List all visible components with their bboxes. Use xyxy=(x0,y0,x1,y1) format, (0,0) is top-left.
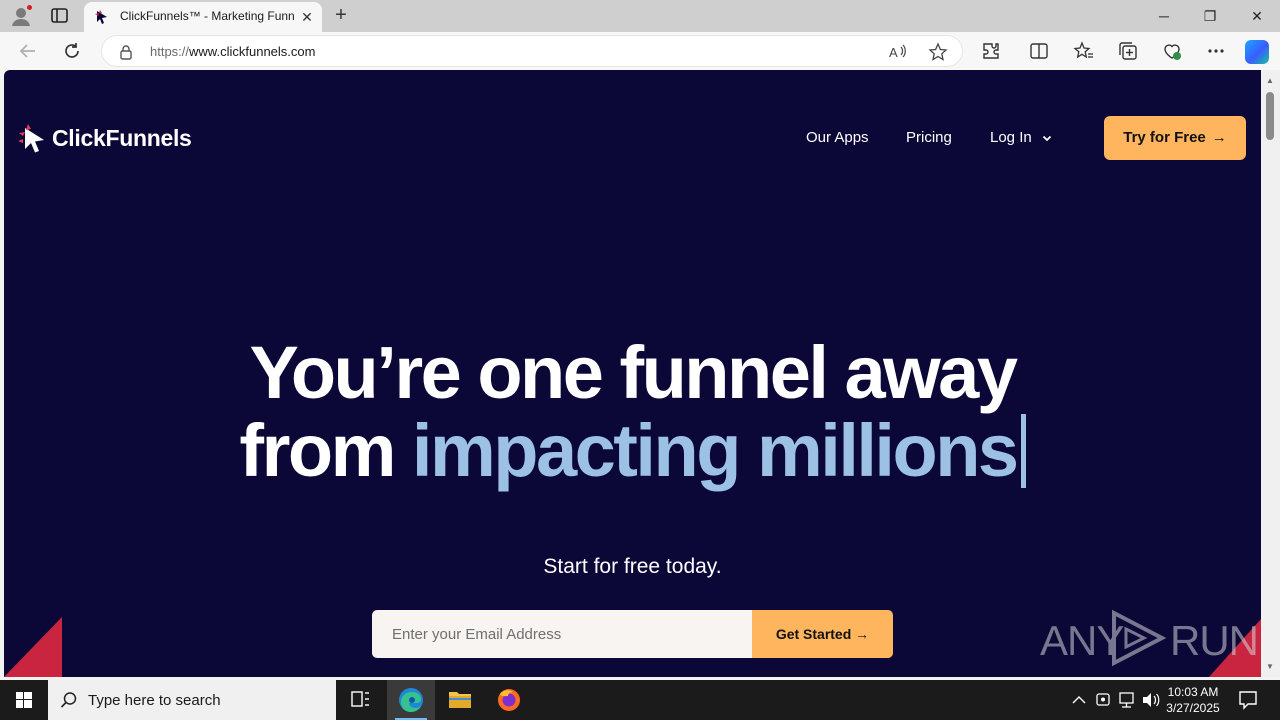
active-tab[interactable]: ClickFunnels™ - Marketing Funnels ✕ xyxy=(84,2,322,32)
email-field-wrapper xyxy=(372,610,752,658)
nav-log-in-label: Log In xyxy=(990,129,1032,146)
network-icon[interactable] xyxy=(1117,680,1137,720)
logo-wordmark: ClickFunnels xyxy=(52,125,192,151)
browser-tab-strip: ClickFunnels™ - Marketing Funnels ✕ + ─ … xyxy=(0,0,1280,32)
extensions-icon[interactable] xyxy=(980,40,1002,62)
back-icon[interactable] xyxy=(17,40,39,62)
scroll-up-icon[interactable]: ▲ xyxy=(1266,76,1274,85)
browser-toolbar: https://www.clickfunnels.com A xyxy=(0,32,1280,70)
hero-accent-text: impacting millions xyxy=(411,409,1019,492)
hero-line-2-plain: from xyxy=(239,409,412,492)
favorites-icon[interactable] xyxy=(1073,40,1095,62)
svg-text:A: A xyxy=(889,45,898,60)
tab-actions-icon[interactable] xyxy=(50,7,70,25)
favorite-star-icon[interactable] xyxy=(928,42,948,62)
hero-subheading: Start for free today. xyxy=(543,555,722,578)
tab-title: ClickFunnels™ - Marketing Funnels xyxy=(120,9,295,23)
chevron-down-icon xyxy=(1042,135,1052,142)
webpage-viewport: ClickFunnels Our Apps Pricing Log In Try… xyxy=(4,70,1261,677)
windows-taskbar: Type here to search 10:03 AM 3/27/2025 xyxy=(0,680,1280,720)
try-for-free-label: Try for Free xyxy=(1123,129,1206,146)
new-tab-button[interactable]: + xyxy=(330,4,352,26)
arrow-right-icon: → xyxy=(855,626,870,642)
meet-now-icon[interactable] xyxy=(1094,680,1112,720)
play-logo-icon xyxy=(1112,609,1167,667)
address-bar[interactable]: https://www.clickfunnels.com A xyxy=(101,35,963,67)
lock-icon[interactable] xyxy=(119,44,133,60)
scrollbar-thumb[interactable] xyxy=(1266,92,1274,140)
nav-our-apps[interactable]: Our Apps xyxy=(806,129,869,146)
url-text: https://www.clickfunnels.com xyxy=(150,44,316,59)
taskbar-clock[interactable]: 10:03 AM 3/27/2025 xyxy=(1160,684,1226,716)
taskbar-search-placeholder: Type here to search xyxy=(88,692,221,709)
task-view-icon[interactable] xyxy=(336,680,384,720)
clock-date: 3/27/2025 xyxy=(1166,701,1220,715)
firefox-icon[interactable] xyxy=(485,680,533,720)
clickfunnels-favicon xyxy=(94,9,110,25)
read-aloud-icon[interactable]: A xyxy=(888,42,908,62)
browser-essentials-icon[interactable] xyxy=(1161,40,1183,62)
edge-icon[interactable] xyxy=(387,680,435,720)
get-started-button[interactable]: Get Started → xyxy=(752,610,893,658)
try-for-free-button[interactable]: Try for Free → xyxy=(1104,116,1246,160)
more-menu-icon[interactable] xyxy=(1205,40,1227,62)
nav-log-in[interactable]: Log In xyxy=(990,129,1052,146)
minimize-button[interactable]: ─ xyxy=(1141,0,1187,32)
notifications-icon[interactable] xyxy=(1236,680,1260,720)
hero-headline: You’re one funnel away from impacting mi… xyxy=(4,334,1261,490)
clickfunnels-logo-icon xyxy=(18,124,44,153)
show-hidden-icons[interactable] xyxy=(1070,680,1088,720)
taskbar-search-box[interactable]: Type here to search xyxy=(48,680,336,720)
decorative-corner-left xyxy=(4,617,62,677)
arrow-right-icon: → xyxy=(1211,129,1227,146)
typing-caret xyxy=(1020,414,1026,488)
search-icon xyxy=(60,692,77,708)
restore-button[interactable]: ❐ xyxy=(1187,0,1233,32)
hero-line-2: from impacting millions xyxy=(4,412,1261,490)
email-input[interactable] xyxy=(372,610,752,658)
page-scrollbar[interactable]: ▲ ▼ xyxy=(1261,70,1280,677)
tab-close-icon[interactable]: ✕ xyxy=(298,8,316,26)
nav-pricing[interactable]: Pricing xyxy=(906,129,952,146)
close-window-button[interactable]: ✕ xyxy=(1234,0,1280,32)
refresh-icon[interactable] xyxy=(61,40,83,62)
profile-avatar-icon[interactable] xyxy=(10,4,33,27)
scroll-down-icon[interactable]: ▼ xyxy=(1266,662,1274,671)
anyrun-watermark: ANY RUN xyxy=(1040,607,1259,669)
collections-icon[interactable] xyxy=(1117,40,1139,62)
split-screen-icon[interactable] xyxy=(1028,40,1050,62)
windows-start-icon[interactable] xyxy=(0,680,48,720)
hero-line-1: You’re one funnel away xyxy=(249,331,1018,414)
volume-icon[interactable] xyxy=(1141,680,1161,720)
get-started-label: Get Started xyxy=(775,626,852,642)
clock-time: 10:03 AM xyxy=(1167,685,1219,699)
copilot-icon[interactable] xyxy=(1245,40,1269,64)
notification-dot xyxy=(26,4,33,11)
file-explorer-icon[interactable] xyxy=(436,680,484,720)
